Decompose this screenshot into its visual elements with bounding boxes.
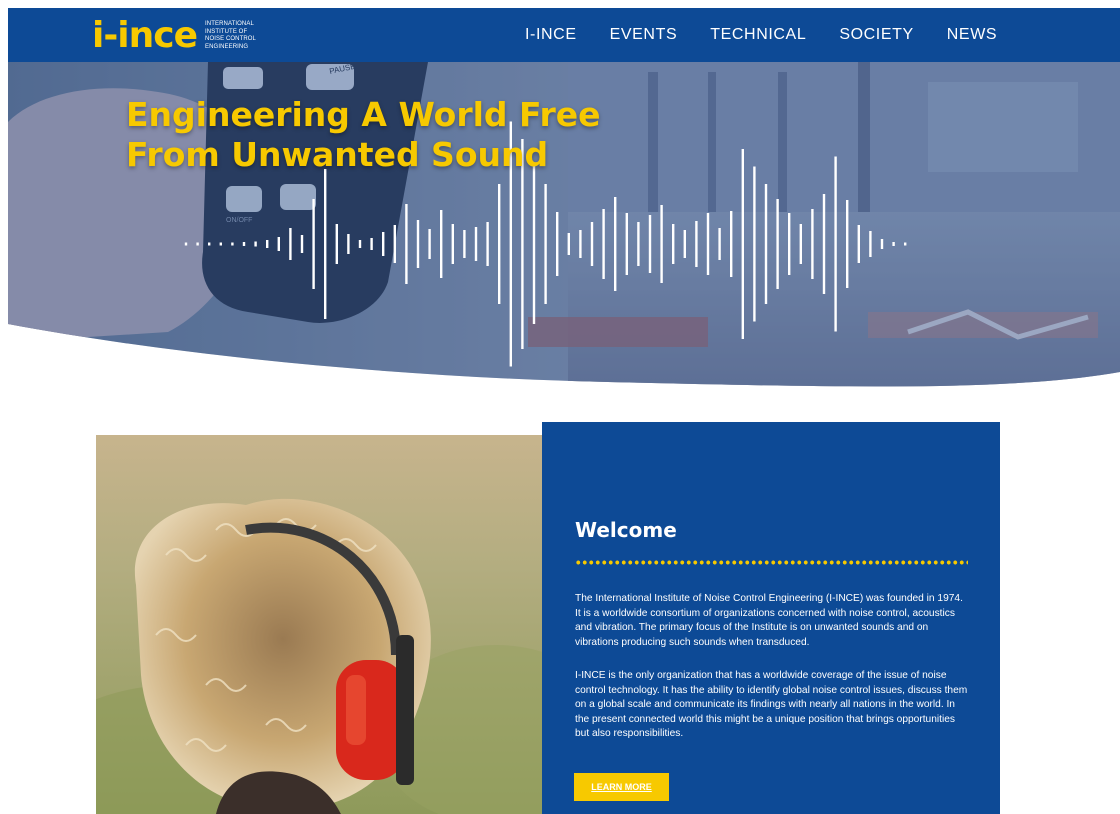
- welcome-paragraph-2: I-INCE is the only organization that has…: [575, 670, 968, 740]
- welcome-panel: Welcome The International Institute of N…: [542, 422, 1000, 814]
- hero-title-line1: Engineering A World Free: [126, 95, 601, 134]
- logo-subtitle: INTERNATIONAL INSTITUTE OF NOISE CONTROL…: [205, 21, 256, 50]
- logo[interactable]: i-ince INTERNATIONAL INSTITUTE OF NOISE …: [92, 14, 267, 58]
- nav-item-technical[interactable]: TECHNICAL: [710, 26, 806, 44]
- welcome-title: Welcome: [575, 518, 677, 542]
- nav-item-events[interactable]: EVENTS: [610, 26, 678, 44]
- site-header: i-ince INTERNATIONAL INSTITUTE OF NOISE …: [8, 8, 1120, 62]
- learn-more-button[interactable]: LEARN MORE: [574, 773, 669, 801]
- welcome-paragraph-1: The International Institute of Noise Con…: [575, 593, 963, 648]
- dotted-divider: [575, 560, 968, 565]
- hero-banner: PAUSE ON/OFF Engineering A World Free Fr…: [8, 62, 1120, 388]
- main-nav: I-INCE EVENTS TECHNICAL SOCIETY NEWS: [525, 8, 1030, 62]
- photo-illustration: [96, 435, 542, 814]
- hero-title: Engineering A World Free From Unwanted S…: [126, 95, 646, 175]
- nav-item-society[interactable]: SOCIETY: [839, 26, 913, 44]
- logo-wordmark: i-ince: [92, 15, 198, 56]
- nav-item-iince[interactable]: I-INCE: [525, 26, 577, 44]
- child-earmuffs-photo: [96, 435, 542, 814]
- hero-title-line2: From Unwanted Sound: [126, 135, 549, 174]
- nav-item-news[interactable]: NEWS: [947, 26, 997, 44]
